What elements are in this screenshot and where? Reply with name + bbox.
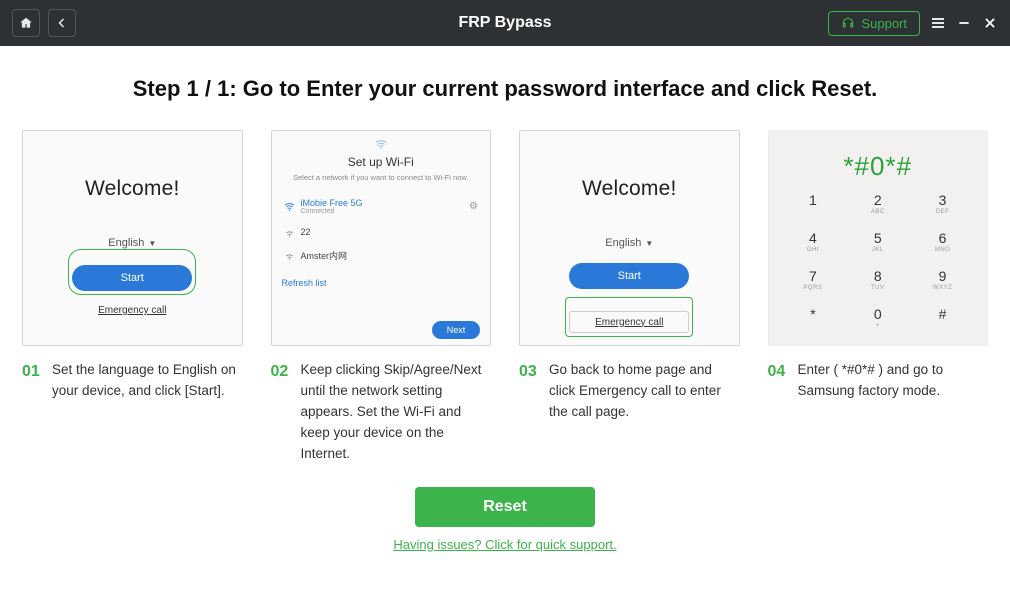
thumb2-network-item: Amster内网 <box>282 243 481 268</box>
step-number: 01 <box>22 360 46 402</box>
dialpad-key: 4GHI <box>781 224 846 262</box>
thumb1-highlight: Start <box>68 249 196 295</box>
issues-link[interactable]: Having issues? Click for quick support. <box>0 537 1010 552</box>
thumb3-highlight: Emergency call <box>565 297 693 337</box>
dialpad-key: 0+ <box>845 299 910 337</box>
menu-icon <box>930 15 946 31</box>
thumb1-start-button: Start <box>72 265 192 291</box>
back-button[interactable] <box>48 9 76 37</box>
thumb3-welcome: Welcome! <box>582 177 677 201</box>
step-card: *#0*# 1 2ABC 3DEF 4GHI 5JKL 6MNO 7PQRS 8… <box>768 130 989 402</box>
thumb2-subtitle: Select a network if you want to connect … <box>293 173 469 182</box>
dialpad-key: 9WXYZ <box>910 262 975 300</box>
thumb1-language: English ▼ <box>108 237 156 249</box>
thumb3-emergency: Emergency call <box>569 311 689 333</box>
step-number: 02 <box>271 360 295 465</box>
dialpad-key: 5JKL <box>845 224 910 262</box>
thumb3-start-button: Start <box>569 263 689 289</box>
step-thumbnail-03: Welcome! English ▼ Start Emergency call <box>519 130 740 346</box>
app-title: FRP Bypass <box>458 14 551 32</box>
step-card: Welcome! English ▼ Start Emergency call … <box>22 130 243 402</box>
thumb2-network-item: 22 <box>282 221 481 243</box>
close-icon <box>983 16 997 30</box>
support-button[interactable]: Support <box>828 11 920 36</box>
step-caption: Go back to home page and click Emergency… <box>549 360 740 423</box>
steps-row: Welcome! English ▼ Start Emergency call … <box>0 130 1010 465</box>
step-thumbnail-01: Welcome! English ▼ Start Emergency call <box>22 130 243 346</box>
headset-icon <box>841 16 855 30</box>
chevron-left-icon <box>56 17 68 29</box>
minimize-button[interactable] <box>956 15 972 31</box>
thumb4-dialpad: 1 2ABC 3DEF 4GHI 5JKL 6MNO 7PQRS 8TUV 9W… <box>781 186 976 337</box>
wifi-icon <box>284 228 295 237</box>
wifi-icon <box>375 139 387 151</box>
gear-icon: ⚙ <box>469 201 478 212</box>
menu-button[interactable] <box>930 15 946 31</box>
thumb2-next-button: Next <box>432 321 480 339</box>
titlebar: FRP Bypass Support <box>0 0 1010 46</box>
step-thumbnail-04: *#0*# 1 2ABC 3DEF 4GHI 5JKL 6MNO 7PQRS 8… <box>768 130 989 346</box>
step-thumbnail-02: Set up Wi-Fi Select a network if you wan… <box>271 130 492 346</box>
wifi-icon <box>284 202 295 211</box>
close-button[interactable] <box>982 15 998 31</box>
dialpad-key: * <box>781 299 846 337</box>
thumb3-language: English ▼ <box>605 237 653 249</box>
dialpad-key: 3DEF <box>910 186 975 224</box>
step-caption: Keep clicking Skip/Agree/Next until the … <box>301 360 492 465</box>
home-icon <box>19 16 33 30</box>
thumb1-emergency: Emergency call <box>98 305 166 316</box>
thumb2-refresh: Refresh list <box>282 278 481 288</box>
home-button[interactable] <box>12 9 40 37</box>
support-label: Support <box>861 16 907 31</box>
caret-down-icon: ▼ <box>148 239 156 248</box>
thumb4-display: *#0*# <box>781 143 976 186</box>
step-caption: Set the language to English on your devi… <box>52 360 243 402</box>
step-caption: Enter ( *#0*# ) and go to Samsung factor… <box>798 360 989 402</box>
thumb1-welcome: Welcome! <box>85 177 180 201</box>
dialpad-key: 8TUV <box>845 262 910 300</box>
dialpad-key: 7PQRS <box>781 262 846 300</box>
minimize-icon <box>957 16 971 30</box>
dialpad-key: # <box>910 299 975 337</box>
step-number: 04 <box>768 360 792 402</box>
bottom-area: Reset Having issues? Click for quick sup… <box>0 487 1010 552</box>
dialpad-key: 1 <box>781 186 846 224</box>
caret-down-icon: ▼ <box>645 239 653 248</box>
step-heading: Step 1 / 1: Go to Enter your current pas… <box>60 76 950 102</box>
thumb2-network-item: iMobie Free 5G Connected ⚙ <box>282 192 481 221</box>
step-card: Welcome! English ▼ Start Emergency call … <box>519 130 740 423</box>
dialpad-key: 6MNO <box>910 224 975 262</box>
wifi-icon <box>284 251 295 260</box>
step-card: Set up Wi-Fi Select a network if you wan… <box>271 130 492 465</box>
step-number: 03 <box>519 360 543 423</box>
thumb2-title: Set up Wi-Fi <box>348 155 414 169</box>
dialpad-key: 2ABC <box>845 186 910 224</box>
reset-button[interactable]: Reset <box>415 487 595 527</box>
